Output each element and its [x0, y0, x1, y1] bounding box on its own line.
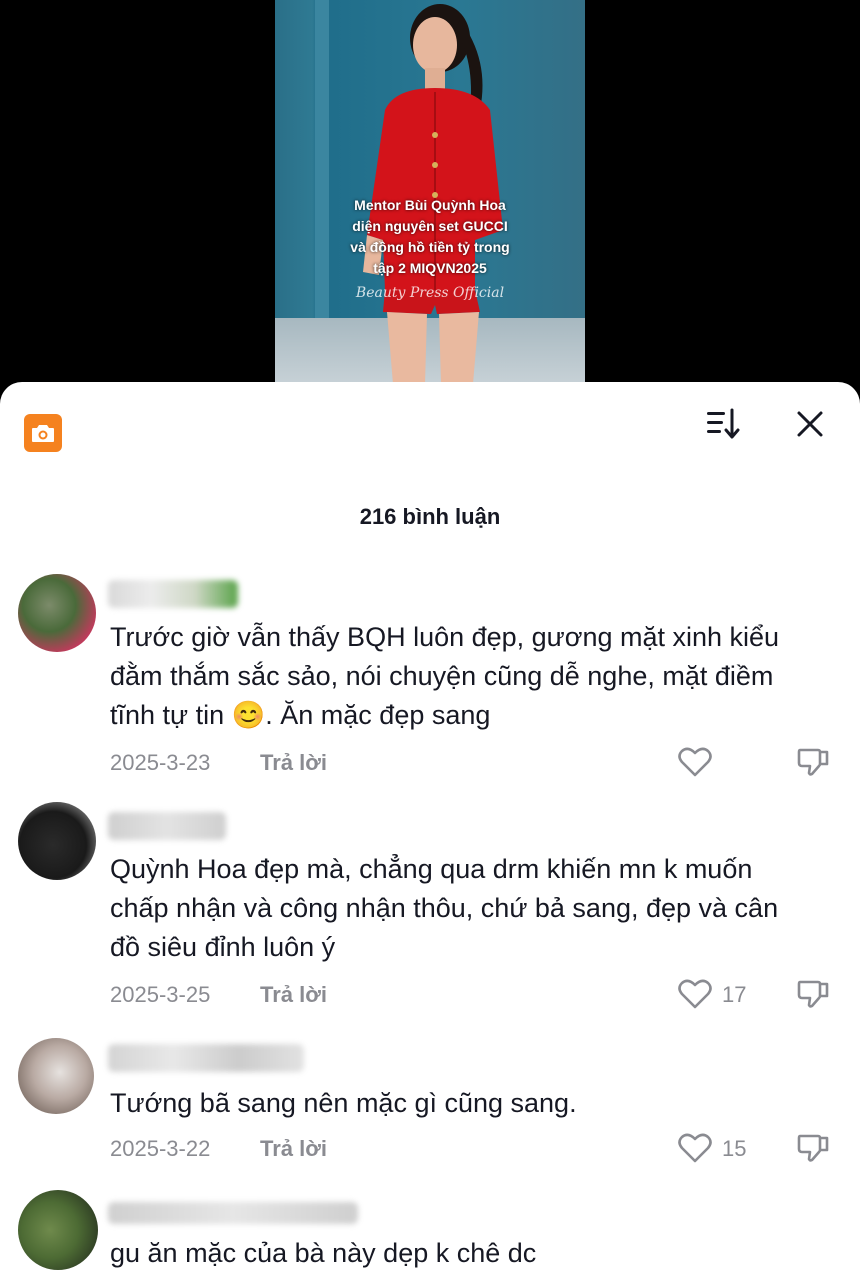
close-button[interactable] [790, 404, 830, 444]
dislike-icon[interactable] [796, 744, 830, 778]
caption-line: tập 2 MIQVN2025 [373, 260, 487, 276]
sort-icon [707, 408, 740, 439]
video-person-figure [363, 4, 503, 384]
comment-date: 2025-3-22 [110, 1136, 211, 1161]
comment-text: Tướng bã sang nên mặc gì cũng sang. [110, 1088, 577, 1118]
avatar[interactable] [18, 1038, 94, 1114]
like-count: 17 [722, 982, 747, 1007]
like-count: 15 [722, 1136, 747, 1161]
comment-text: Quỳnh Hoa đẹp mà, chẳng qua drm khiến mn… [110, 854, 779, 962]
comment-date: 2025-3-23 [110, 750, 211, 775]
comment-text: gu ăn mặc của bà này dẹp k chê dc [110, 1238, 537, 1268]
avatar[interactable] [18, 574, 96, 652]
username-blurred[interactable] [108, 812, 226, 840]
caption-line: và đồng hồ tiền tỷ trong [350, 239, 510, 255]
comment-date: 2025-3-25 [110, 982, 211, 1007]
heart-icon[interactable] [678, 978, 712, 1010]
heart-icon[interactable] [678, 1132, 712, 1164]
comments-sheet: 216 bình luận Trước giờ vẫn thấy BQH luô… [0, 382, 860, 1282]
close-icon [797, 411, 823, 437]
camera-icon [32, 425, 54, 442]
smile-emoji-icon: 😊 [231, 700, 266, 730]
reply-button[interactable]: Trả lời [260, 1136, 327, 1162]
avatar[interactable] [18, 802, 96, 880]
username-blurred[interactable] [108, 1202, 358, 1224]
reply-button[interactable]: Trả lời [260, 750, 327, 776]
comment-count: 216 bình luận [359, 504, 501, 529]
heart-icon[interactable] [678, 746, 712, 778]
camera-button[interactable] [24, 414, 62, 452]
caption-line: Mentor Bùi Quỳnh Hoa [354, 197, 506, 213]
avatar[interactable] [18, 1190, 98, 1270]
comment-text-part: . Ăn mặc đẹp sang [265, 700, 491, 730]
username-blurred[interactable] [108, 1044, 304, 1072]
video-player[interactable] [275, 0, 585, 384]
video-caption: Mentor Bùi Quỳnh Hoa diện nguyên set GUC… [295, 195, 565, 279]
video-watermark: Beauty Press Official [355, 285, 505, 301]
dislike-icon[interactable] [796, 976, 830, 1010]
comment-text: Trước giờ vẫn thấy BQH luôn đẹp, gương m… [110, 618, 810, 735]
sort-button[interactable] [704, 404, 744, 444]
dislike-icon[interactable] [796, 1130, 830, 1164]
reply-button[interactable]: Trả lời [260, 982, 327, 1008]
username-blurred[interactable] [108, 580, 238, 608]
caption-line: diện nguyên set GUCCI [352, 218, 508, 234]
